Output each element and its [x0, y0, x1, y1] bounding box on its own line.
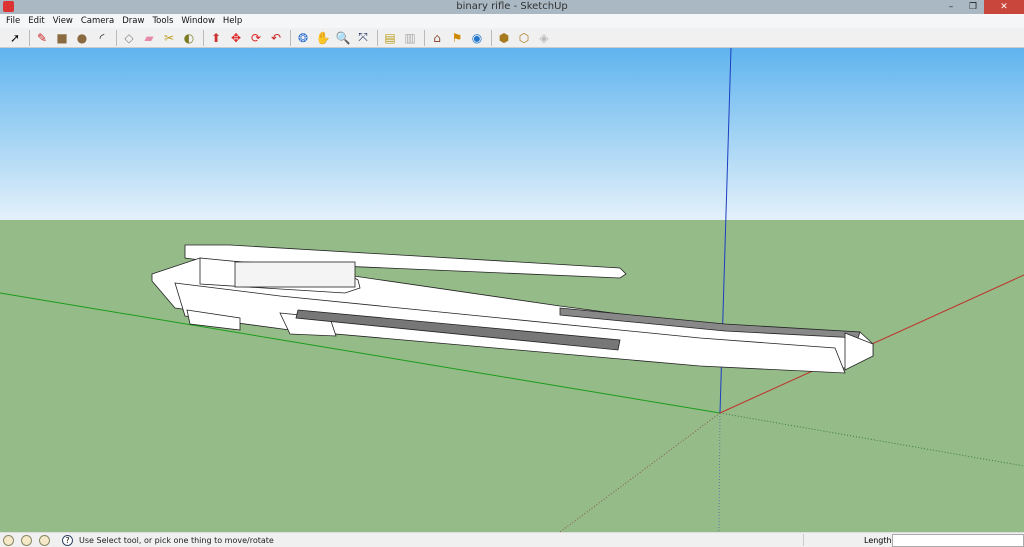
minimize-button[interactable]: – [940, 0, 962, 14]
menu-tools[interactable]: Tools [150, 14, 177, 28]
toolbar-separator [116, 29, 117, 46]
menu-bar: File Edit View Camera Draw Tools Window Help [0, 14, 1024, 28]
push-pull-icon[interactable]: ⬆ [207, 29, 225, 47]
zoom-icon[interactable]: 🔍 [334, 29, 352, 47]
eraser-icon[interactable]: ▰ [140, 29, 158, 47]
pan-icon[interactable]: ✋ [314, 29, 332, 47]
user-icon[interactable] [39, 535, 50, 546]
measurement-input[interactable] [892, 534, 1024, 547]
share-model-icon[interactable]: ⚑ [448, 29, 466, 47]
menu-help[interactable]: Help [221, 14, 246, 28]
orbit-icon[interactable]: ❂ [294, 29, 312, 47]
window-title: binary rifle - SketchUp [456, 1, 568, 12]
arc-icon[interactable]: ◜ [93, 29, 111, 47]
menu-file[interactable]: File [4, 14, 24, 28]
sky [0, 48, 1024, 220]
select-icon[interactable]: ➚ [6, 29, 24, 47]
credits-icon[interactable] [21, 535, 32, 546]
toolbar-separator [290, 29, 291, 46]
tape-measure-icon[interactable]: ✂ [160, 29, 178, 47]
measurement-label: Length [864, 536, 892, 545]
menu-window[interactable]: Window [179, 14, 219, 28]
toolbar-separator [377, 29, 378, 46]
scene-canvas[interactable] [0, 48, 1024, 532]
previous-view-icon[interactable]: ▤ [381, 29, 399, 47]
toolbar-separator [424, 29, 425, 46]
3d-viewport[interactable] [0, 48, 1024, 532]
main-toolbar: ➚ ✎ ■ ● ◜ ◇ ▰ ✂ ◐ ⬆ ✥ ⟳ ↶ ❂ ✋ 🔍 ⤧ ▤ ▥ ⌂ ⚑ ◉ ⬢ ⬡ ◈ [0, 28, 1024, 48]
offset-icon[interactable]: ↶ [267, 29, 285, 47]
close-button[interactable]: ✕ [984, 0, 1024, 14]
make-component-icon[interactable]: ◇ [120, 29, 138, 47]
google-earth-icon[interactable]: ◉ [468, 29, 486, 47]
move-icon[interactable]: ✥ [227, 29, 245, 47]
zoom-extents-icon[interactable]: ⤧ [354, 29, 372, 47]
rotate-icon[interactable]: ⟳ [247, 29, 265, 47]
toolbar-separator [203, 29, 204, 46]
help-icon[interactable]: ? [62, 535, 73, 546]
extension-icon[interactable]: ◈ [535, 29, 553, 47]
menu-edit[interactable]: Edit [26, 14, 48, 28]
paint-bucket-icon[interactable]: ◐ [180, 29, 198, 47]
line-icon[interactable]: ✎ [33, 29, 51, 47]
next-view-icon[interactable]: ▥ [401, 29, 419, 47]
status-divider [803, 534, 804, 546]
menu-draw[interactable]: Draw [120, 14, 148, 28]
toolbar-separator [29, 29, 30, 46]
menu-view[interactable]: View [51, 14, 77, 28]
geo-location-icon[interactable] [3, 535, 14, 546]
get-component-icon[interactable]: ⬢ [495, 29, 513, 47]
share-component-icon[interactable]: ⬡ [515, 29, 533, 47]
status-bar: ? Use Select tool, or pick one thing to … [0, 532, 1024, 547]
get-models-icon[interactable]: ⌂ [428, 29, 446, 47]
title-bar: binary rifle - SketchUp – ❐ ✕ [0, 0, 1024, 14]
toolbar-separator [491, 29, 492, 46]
circle-icon[interactable]: ● [73, 29, 91, 47]
rectangle-icon[interactable]: ■ [53, 29, 71, 47]
maximize-button[interactable]: ❐ [962, 0, 984, 14]
status-message: Use Select tool, or pick one thing to mo… [79, 536, 274, 545]
menu-camera[interactable]: Camera [79, 14, 118, 28]
